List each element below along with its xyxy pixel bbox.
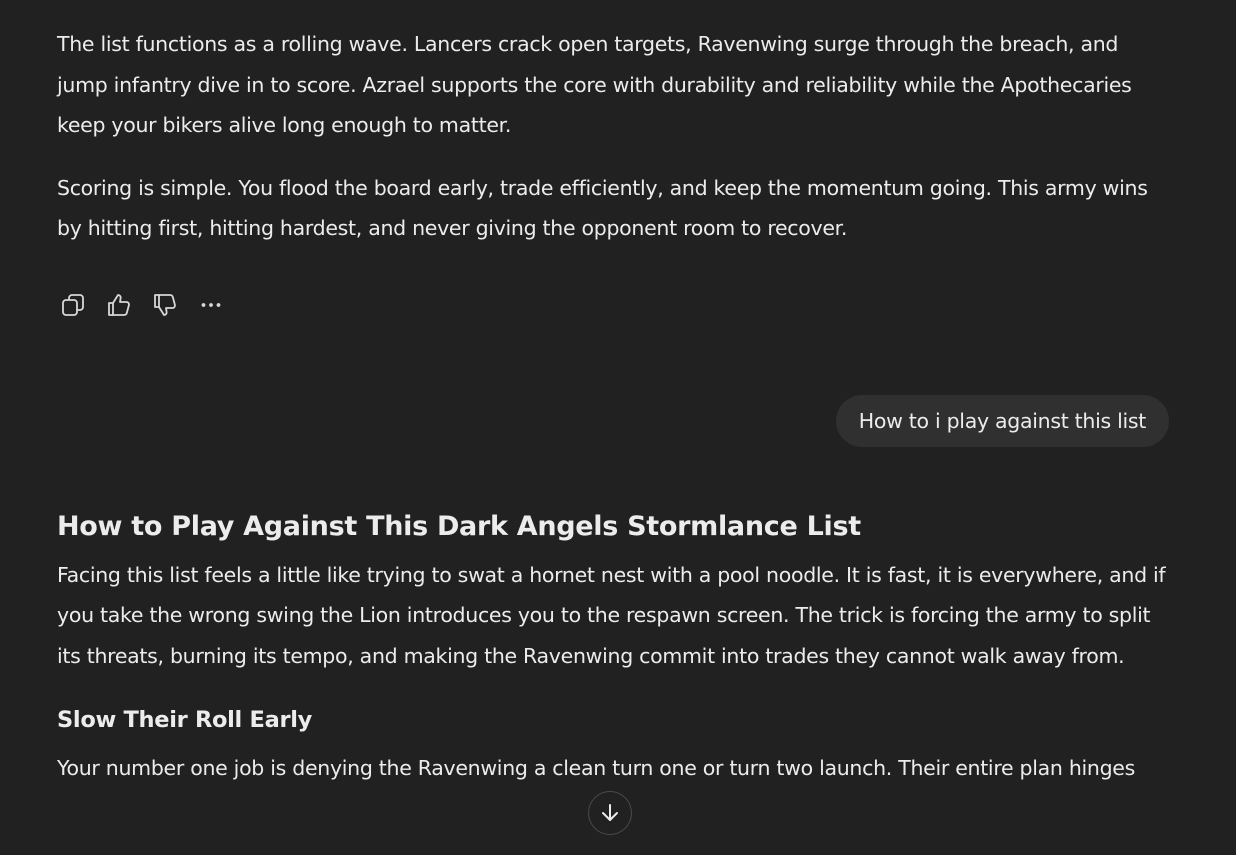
more-icon: [201, 302, 221, 307]
copy-button[interactable]: [57, 289, 89, 321]
thumbs-up-icon: [108, 293, 130, 316]
copy-icon: [62, 293, 84, 316]
message-actions: [57, 289, 1169, 321]
user-message-bubble: How to i play against this list: [835, 394, 1169, 447]
reply-heading: How to Play Against This Dark Angels Sto…: [57, 510, 861, 542]
message-paragraph: The list functions as a rolling wave. La…: [57, 32, 1132, 137]
reply-intro: Facing this list feels a little like try…: [57, 562, 1166, 668]
message-paragraph: Scoring is simple. You flood the board e…: [57, 175, 1148, 241]
chat-thread: The list functions as a rolling wave. La…: [57, 24, 1169, 811]
thumbs-down-button[interactable]: [149, 289, 181, 321]
thumbs-up-button[interactable]: [103, 289, 135, 321]
thumbs-down-icon: [154, 293, 176, 316]
user-message-row: How to i play against this list: [57, 394, 1169, 447]
assistant-message-reply: How to Play Against This Dark Angels Sto…: [57, 507, 1169, 789]
reply-subheading: Slow Their Roll Early: [57, 707, 313, 733]
arrow-down-icon: [602, 804, 618, 821]
assistant-message-previous: The list functions as a rolling wave. La…: [57, 24, 1169, 249]
scroll-to-bottom-button[interactable]: [588, 791, 632, 835]
reply-section-text: Your number one job is denying the Raven…: [57, 756, 1136, 780]
more-options-button[interactable]: [195, 289, 227, 321]
